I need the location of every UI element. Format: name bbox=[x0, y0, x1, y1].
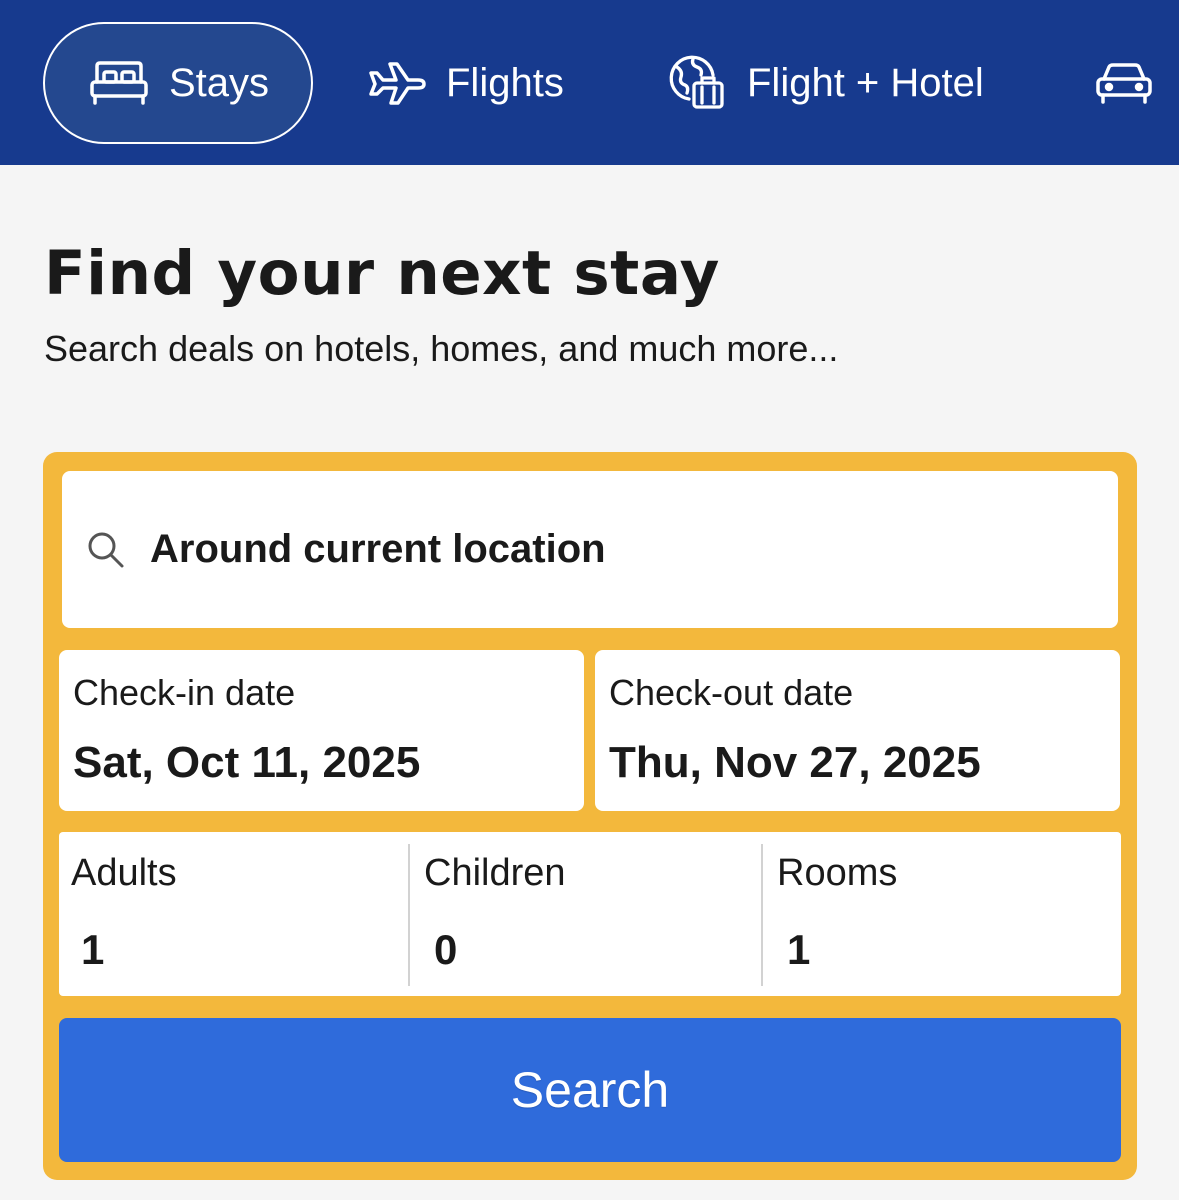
page-title: Find your next stay bbox=[44, 238, 720, 309]
checkin-date-label: Check-in date bbox=[73, 672, 296, 713]
checkin-date-field[interactable]: Check-in date Sat, Oct 11, 2025 bbox=[59, 650, 584, 811]
tab-label: Flights bbox=[446, 60, 564, 105]
checkin-date-value: Sat, Oct 11, 2025 bbox=[73, 738, 421, 787]
rooms-field[interactable]: Rooms 1 bbox=[765, 832, 1118, 996]
destination-value: Around current location bbox=[150, 527, 606, 571]
tab-car-rentals[interactable] bbox=[1094, 22, 1174, 144]
children-value: 0 bbox=[434, 926, 458, 973]
product-tabs: Stays Flights Flight + Hotel bbox=[0, 0, 1179, 165]
adults-field[interactable]: Adults 1 bbox=[59, 832, 412, 996]
rooms-value: 1 bbox=[787, 926, 811, 973]
children-label: Children bbox=[424, 852, 566, 894]
checkout-date-field[interactable]: Check-out date Thu, Nov 27, 2025 bbox=[595, 650, 1120, 811]
airplane-icon bbox=[368, 61, 426, 105]
children-field[interactable]: Children 0 bbox=[412, 832, 765, 996]
search-button[interactable]: Search bbox=[59, 1018, 1121, 1162]
tab-label: Stays bbox=[169, 60, 270, 105]
divider bbox=[408, 844, 410, 986]
car-icon bbox=[1094, 61, 1154, 105]
divider bbox=[761, 844, 763, 986]
adults-label: Adults bbox=[71, 852, 177, 894]
bed-icon bbox=[89, 60, 149, 106]
page-subtitle: Search deals on hotels, homes, and much … bbox=[44, 328, 839, 369]
tab-flights[interactable]: Flights bbox=[368, 22, 564, 144]
search-icon bbox=[86, 530, 126, 570]
adults-value: 1 bbox=[81, 926, 105, 973]
tab-stays[interactable]: Stays bbox=[43, 22, 313, 144]
rooms-label: Rooms bbox=[777, 852, 898, 894]
tab-label: Flight + Hotel bbox=[747, 60, 984, 105]
tab-flight-hotel[interactable]: Flight + Hotel bbox=[667, 22, 984, 144]
checkout-date-label: Check-out date bbox=[609, 672, 854, 713]
occupancy-selector: Adults 1 Children 0 Rooms 1 bbox=[59, 832, 1121, 996]
destination-input[interactable]: Around current location bbox=[62, 471, 1118, 628]
checkout-date-value: Thu, Nov 27, 2025 bbox=[609, 738, 981, 787]
globe-luggage-icon bbox=[667, 53, 727, 113]
